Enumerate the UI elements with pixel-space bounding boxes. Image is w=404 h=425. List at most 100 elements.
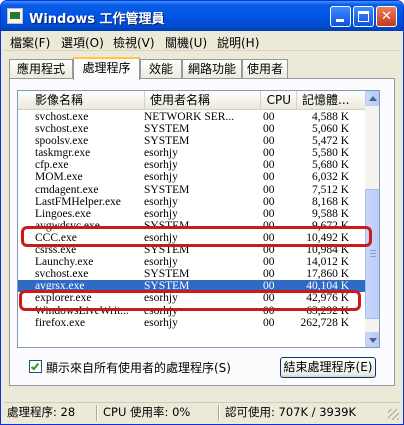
scroll-thumb[interactable]: [365, 189, 379, 319]
resize-grip-icon[interactable]: [388, 409, 399, 420]
vertical-scrollbar[interactable]: [365, 91, 379, 347]
column-user-name[interactable]: 使用者名稱: [145, 91, 261, 110]
table-row[interactable]: csrss.exe SYSTEM 00 10,984 K: [18, 244, 365, 256]
status-bar: 處理程序: 28 CPU 使用率: 0% 認可使用: 707K / 3939K: [4, 402, 400, 422]
process-user: esorhjy: [144, 316, 178, 329]
tab-users[interactable]: 使用者: [242, 59, 288, 79]
table-row[interactable]: svchost.exe SYSTEM 00 17,860 K: [18, 268, 365, 280]
menu-shutdown[interactable]: 關機(U): [165, 34, 207, 51]
title-bar[interactable]: Windows 工作管理員 ✕: [1, 1, 403, 31]
process-memory: 9,588 K: [311, 207, 349, 220]
process-memory: 5,680 K: [311, 159, 349, 172]
table-row[interactable]: Lingoes.exe esorhjy 00 9,588 K: [18, 208, 365, 220]
process-user: esorhjy: [144, 207, 178, 220]
end-process-button[interactable]: 結束處理程序(E): [280, 357, 376, 378]
process-memory: 8,168 K: [311, 195, 349, 208]
process-memory: 7,512 K: [311, 183, 349, 196]
status-cpu-usage: CPU 使用率: 0%: [103, 405, 191, 419]
arrow-up-icon: [369, 96, 377, 101]
minimize-button[interactable]: [330, 6, 351, 27]
menu-file[interactable]: 檔案(F): [10, 34, 50, 51]
tab-processes[interactable]: 處理程序: [73, 57, 140, 80]
process-name: taskmgr.exe: [35, 147, 91, 160]
process-cpu: 00: [263, 219, 275, 232]
process-list[interactable]: 影像名稱 使用者名稱 CPU 記憶體... svchost.exe NETWORK…: [17, 90, 380, 348]
maximize-button[interactable]: [353, 6, 374, 27]
table-row[interactable]: Launchy.exe esorhjy 00 14,012 K: [18, 256, 365, 268]
process-name: firefox.exe: [35, 316, 86, 329]
table-row[interactable]: avgrsx.exe SYSTEM 00 40,104 K: [18, 280, 365, 293]
process-cpu: 00: [263, 159, 275, 172]
minimize-icon: [336, 19, 344, 22]
checkmark-icon: [30, 361, 40, 371]
table-row[interactable]: svchost.exe NETWORK SER... 00 4,588 K: [18, 111, 365, 123]
status-commit-charge: 認可使用: 707K / 3939K: [225, 405, 357, 419]
menu-options[interactable]: 選項(O): [61, 34, 104, 51]
process-user: esorhjy: [144, 171, 178, 184]
process-cpu: 00: [263, 147, 275, 160]
table-row[interactable]: firefox.exe esorhjy 00 262,728 K: [18, 317, 365, 329]
process-cpu: 00: [263, 316, 275, 329]
checkbox-box[interactable]: [29, 360, 42, 373]
process-user: esorhjy: [144, 256, 178, 269]
table-row[interactable]: LastFMHelper.exe esorhjy 00 8,168 K: [18, 196, 365, 208]
process-memory: 14,012 K: [306, 256, 349, 269]
table-row[interactable]: avgwdsvc.exe SYSTEM 00 9,672 K: [18, 220, 365, 232]
menu-view[interactable]: 檢視(V): [113, 34, 155, 51]
column-memory[interactable]: 記憶體...: [297, 91, 365, 110]
column-image-name[interactable]: 影像名稱: [18, 91, 145, 110]
process-cpu: 00: [263, 304, 275, 317]
table-row[interactable]: explorer.exe esorhjy 00 42,976 K: [18, 292, 365, 304]
tab-strip: 應用程式 處理程序 效能 網路功能 使用者: [9, 57, 395, 80]
process-name: LastFMHelper.exe: [35, 195, 121, 208]
process-name: svchost.exe: [35, 268, 89, 281]
process-user: esorhjy: [144, 147, 178, 160]
process-name: csrss.exe: [35, 244, 77, 257]
grip-line: [370, 256, 376, 257]
process-memory: 63,292 K: [306, 304, 349, 317]
process-rows: svchost.exe NETWORK SER... 00 4,588 Ksvchos…: [18, 111, 365, 329]
process-memory: 262,728 K: [300, 316, 349, 329]
arrow-down-icon: [369, 338, 377, 343]
process-name: Launchy.exe: [35, 256, 94, 269]
process-user: esorhjy: [144, 159, 178, 172]
process-user: esorhjy: [144, 304, 178, 317]
process-name: MOM.exe: [35, 171, 83, 184]
close-button[interactable]: ✕: [376, 6, 397, 27]
process-memory: 9,672 K: [311, 219, 349, 232]
process-user: SYSTEM: [144, 280, 190, 293]
table-row[interactable]: cfp.exe esorhjy 00 5,680 K: [18, 159, 365, 171]
maximize-icon: [358, 11, 369, 22]
process-user: SYSTEM: [144, 244, 190, 257]
process-memory: 10,492 K: [306, 231, 349, 244]
process-cpu: 00: [263, 256, 275, 269]
process-cpu: 00: [263, 111, 275, 123]
grip-line: [370, 250, 376, 251]
table-row[interactable]: cmdagent.exe SYSTEM 00 7,512 K: [18, 184, 365, 196]
process-memory: 17,860 K: [306, 268, 349, 281]
process-cpu: 00: [263, 123, 275, 136]
table-row[interactable]: spoolsv.exe SYSTEM 00 5,472 K: [18, 135, 365, 147]
column-cpu[interactable]: CPU: [261, 91, 297, 110]
task-manager-icon: [7, 8, 23, 24]
table-row[interactable]: MOM.exe esorhjy 00 6,032 K: [18, 171, 365, 183]
process-memory: 40,104 K: [306, 280, 349, 293]
tab-performance[interactable]: 效能: [140, 59, 182, 79]
scroll-down-button[interactable]: [365, 332, 379, 347]
grip-line: [370, 253, 376, 254]
process-cpu: 00: [263, 280, 275, 293]
table-row[interactable]: CCC.exe esorhjy 00 10,492 K: [18, 232, 365, 244]
scroll-up-button[interactable]: [365, 91, 379, 106]
process-user: SYSTEM: [144, 123, 190, 136]
table-row[interactable]: taskmgr.exe esorhjy 00 5,580 K: [18, 147, 365, 159]
process-cpu: 00: [263, 195, 275, 208]
table-row[interactable]: WindowsLiveWrit... esorhjy 00 63,292 K: [18, 305, 365, 317]
process-cpu: 00: [263, 207, 275, 220]
process-memory: 5,060 K: [311, 123, 349, 136]
tab-networking[interactable]: 網路功能: [182, 59, 242, 79]
process-user: SYSTEM: [144, 219, 190, 232]
table-row[interactable]: svchost.exe SYSTEM 00 5,060 K: [18, 123, 365, 135]
process-user: NETWORK SER...: [144, 111, 235, 123]
menu-help[interactable]: 說明(H): [217, 34, 259, 51]
tab-applications[interactable]: 應用程式: [9, 59, 73, 79]
